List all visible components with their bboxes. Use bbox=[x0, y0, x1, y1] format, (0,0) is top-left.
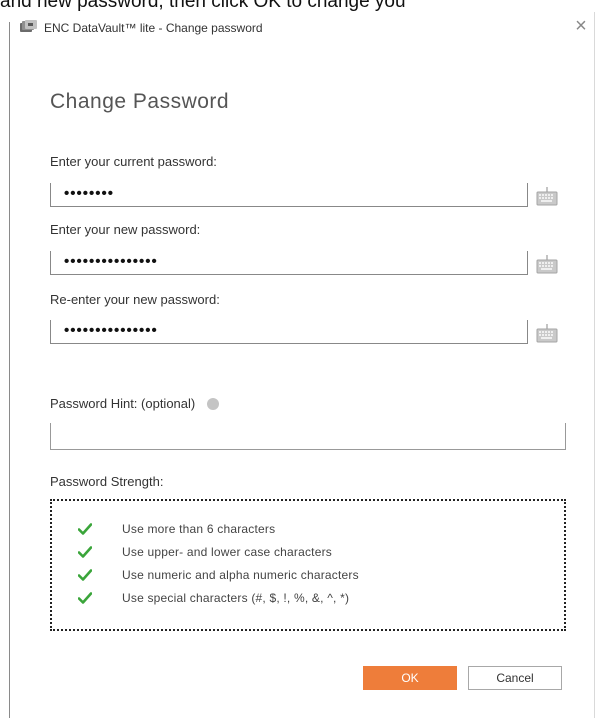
info-icon[interactable] bbox=[207, 397, 220, 410]
current-password-label: Enter your current password: bbox=[50, 154, 217, 169]
current-password-value: •••••••• bbox=[64, 185, 115, 202]
page-title: Change Password bbox=[50, 90, 230, 113]
window-title: ENC DataVault™ lite - Change password bbox=[44, 21, 263, 35]
password-strength-panel: Use more than 6 characters Use upper- an… bbox=[50, 499, 566, 631]
checkmark-icon bbox=[78, 569, 92, 581]
ok-button[interactable]: OK bbox=[363, 666, 457, 690]
requirement-text: Use numeric and alpha numeric characters bbox=[122, 568, 359, 582]
confirm-password-value: ••••••••••••••• bbox=[64, 322, 158, 339]
hint-label-row: Password Hint: (optional) bbox=[50, 396, 220, 411]
close-button[interactable]: × bbox=[569, 14, 593, 38]
new-password-value: ••••••••••••••• bbox=[64, 253, 158, 270]
checkmark-icon bbox=[78, 592, 92, 604]
checkmark-icon bbox=[78, 546, 92, 558]
confirm-password-label: Re-enter your new password: bbox=[50, 292, 220, 307]
confirm-password-input[interactable]: ••••••••••••••• bbox=[50, 320, 528, 344]
change-password-dialog: ENC DataVault™ lite - Change password × … bbox=[10, 12, 595, 718]
keyboard-icon[interactable] bbox=[536, 186, 558, 206]
requirement-text: Use special characters (#, $, !, %, &, ^… bbox=[122, 591, 350, 605]
requirement-text: Use upper- and lower case characters bbox=[122, 545, 332, 559]
checkmark-icon bbox=[78, 523, 92, 535]
requirement-text: Use more than 6 characters bbox=[122, 522, 276, 536]
new-password-label: Enter your new password: bbox=[50, 222, 201, 237]
hint-label: Password Hint: (optional) bbox=[50, 396, 196, 411]
password-strength-label: Password Strength: bbox=[50, 474, 164, 489]
title-bar: ENC DataVault™ lite - Change password × bbox=[10, 12, 594, 46]
keyboard-icon[interactable] bbox=[536, 254, 558, 274]
enc-datavault-app-icon bbox=[20, 20, 37, 32]
password-hint-input[interactable] bbox=[50, 423, 566, 450]
keyboard-icon[interactable] bbox=[536, 323, 558, 343]
new-password-input[interactable]: ••••••••••••••• bbox=[50, 251, 528, 275]
cancel-button[interactable]: Cancel bbox=[468, 666, 562, 690]
current-password-input[interactable]: •••••••• bbox=[50, 183, 528, 207]
